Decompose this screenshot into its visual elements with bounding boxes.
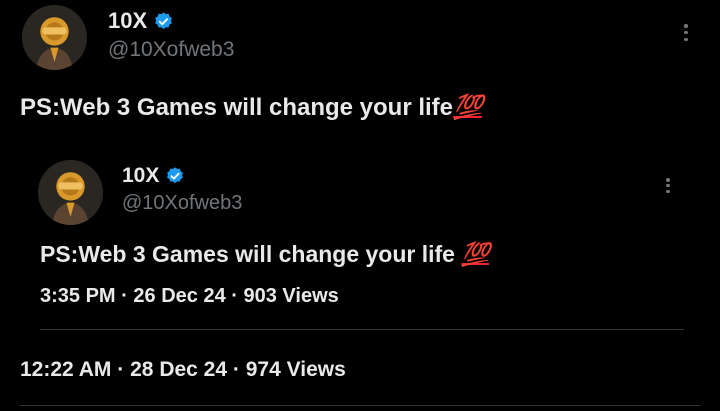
author-handle[interactable]: @10Xofweb3 — [108, 38, 234, 62]
tweet-text-body: PS:Web 3 Games will change your life — [20, 94, 454, 121]
quoted-tweet-meta: 3:35 PM · 26 Dec 24 · 903 Views — [40, 285, 339, 308]
quoted-tweet-text: PS:Web 3 Games will change your life 💯 — [40, 241, 490, 268]
meta-separator: · — [117, 358, 125, 381]
quoted-card-divider — [40, 329, 684, 330]
tweet-text: PS:Web 3 Games will change your life💯 — [20, 93, 483, 122]
quoted-verified-badge-icon — [165, 166, 185, 186]
quoted-avatar[interactable] — [38, 160, 103, 225]
quoted-author-handle[interactable]: @10Xofweb3 — [122, 192, 242, 215]
meta-separator: · — [121, 285, 128, 307]
quoted-tweet-date: 26 Dec 24 — [133, 285, 226, 307]
hundred-points-icon: 💯 — [453, 94, 483, 121]
more-options-icon[interactable] — [683, 24, 689, 41]
tweet-date: 28 Dec 24 — [130, 358, 228, 381]
tweet-bottom-divider — [20, 405, 700, 406]
avatar[interactable] — [22, 5, 87, 70]
quoted-tweet-views: 903 Views — [243, 285, 339, 307]
author-name-text: 10X — [108, 8, 148, 33]
meta-separator: · — [231, 285, 238, 307]
verified-badge-icon — [153, 11, 174, 32]
author-name[interactable]: 10X — [108, 8, 174, 34]
meta-separator: · — [232, 358, 240, 381]
tweet-views: 974 Views — [245, 358, 346, 381]
quoted-author-name-text: 10X — [122, 164, 160, 187]
tweet-time: 12:22 AM — [20, 358, 112, 381]
quoted-tweet-time: 3:35 PM — [40, 285, 116, 307]
quoted-hundred-points-icon: 💯 — [461, 241, 490, 267]
quoted-author-name[interactable]: 10X — [122, 164, 185, 188]
tweet-meta: 12:22 AM · 28 Dec 24 · 974 Views — [20, 358, 346, 382]
quoted-tweet-text-body: PS:Web 3 Games will change your life — [40, 241, 455, 267]
quoted-more-options-icon[interactable] — [665, 178, 671, 193]
